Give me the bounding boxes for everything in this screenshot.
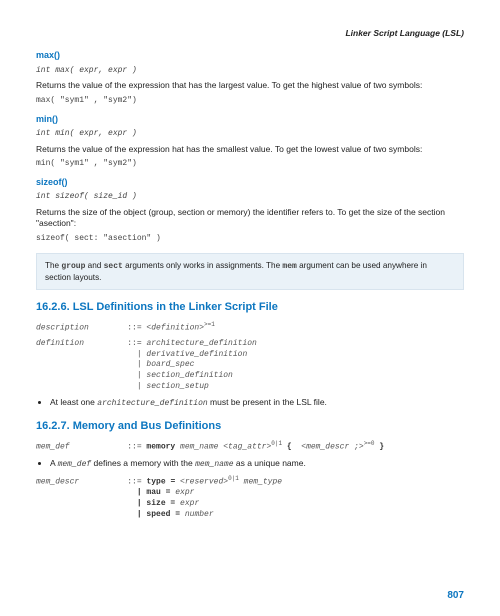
example-min: min( "sym1" , "sym2") [36, 159, 464, 170]
grammar-memdescr: mem_descr ::= type = <reserved>0|1 mem_t… [36, 475, 464, 521]
desc-max: Returns the value of the expression that… [36, 80, 464, 91]
grammar-definition: definition ::= architecture_definition |… [36, 339, 464, 393]
bullet-1627: A mem_def defines a memory with the mem_… [50, 458, 464, 471]
sig-sizeof: int sizeof( size_id ) [36, 192, 464, 203]
sig-max: int max( expr, expr ) [36, 66, 464, 77]
grammar-description: description ::= <definition>>=1 [36, 321, 464, 334]
bullet-1626: At least one architecture_definition mus… [50, 397, 464, 410]
desc-min: Returns the value of the expression hat … [36, 144, 464, 155]
heading-1626: 16.2.6. LSL Definitions in the Linker Sc… [36, 300, 464, 315]
grammar-memdef: mem_def ::= memory mem_name <tag_attr>0|… [36, 440, 464, 453]
heading-1627: 16.2.7. Memory and Bus Definitions [36, 419, 464, 434]
heading-min: min() [36, 113, 464, 125]
running-header: Linker Script Language (LSL) [36, 28, 464, 39]
heading-sizeof: sizeof() [36, 176, 464, 188]
desc-sizeof: Returns the size of the object (group, s… [36, 207, 464, 230]
example-max: max( "sym1" , "sym2") [36, 96, 464, 107]
note-box: The group and sect arguments only works … [36, 253, 464, 291]
sig-min: int min( expr, expr ) [36, 129, 464, 140]
example-sizeof: sizeof( sect: "asection" ) [36, 234, 464, 245]
page-number: 807 [447, 589, 464, 603]
heading-max: max() [36, 49, 464, 61]
